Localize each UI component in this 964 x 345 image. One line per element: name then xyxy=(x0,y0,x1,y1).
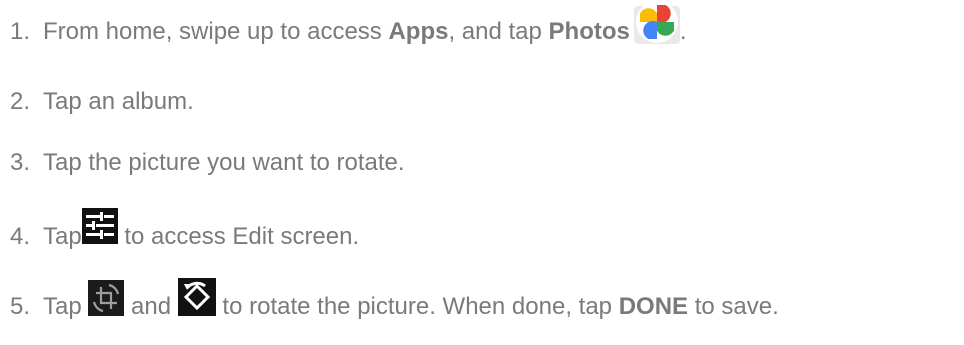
done-label: DONE xyxy=(618,293,689,320)
step-number: 4. xyxy=(10,223,31,250)
step-1: 1. From home, swipe up to access Apps , … xyxy=(10,1,687,47)
step-4: 4. Tap to access Edit screen. xyxy=(10,208,360,252)
step-3: 3. Tap the picture you want to rotate. xyxy=(10,148,405,178)
step-text: to rotate the picture. When done, tap xyxy=(215,293,619,320)
step-text: Tap an album. xyxy=(43,88,194,115)
step-2: 2. Tap an album. xyxy=(10,87,194,117)
step-text: Tap xyxy=(43,293,89,320)
step-text: to access Edit screen. xyxy=(117,223,360,250)
google-photos-pinwheel-icon xyxy=(633,0,680,44)
crop-rotate-icon xyxy=(88,280,125,316)
step-text: and xyxy=(124,293,178,320)
step-number: 5. xyxy=(10,293,31,320)
step-text: Tap xyxy=(43,223,82,250)
step-text: to save. xyxy=(688,293,779,320)
instruction-steps: 1. From home, swipe up to access Apps , … xyxy=(0,0,964,345)
photos-label: Photos xyxy=(548,18,630,45)
step-number: 3. xyxy=(10,149,31,176)
step-text: , and tap xyxy=(448,18,549,45)
step-5: 5. Tap and to rotate the picture. When d… xyxy=(10,278,779,322)
edit-sliders-icon xyxy=(81,208,118,244)
step-text: . xyxy=(679,18,687,45)
step-text: From home, swipe up to access xyxy=(43,18,389,45)
step-text: Tap the picture you want to rotate. xyxy=(43,149,405,176)
step-number: 2. xyxy=(10,88,31,115)
step-number: 1. xyxy=(10,18,31,45)
rotate-icon xyxy=(177,278,216,316)
apps-label: Apps xyxy=(388,18,449,45)
